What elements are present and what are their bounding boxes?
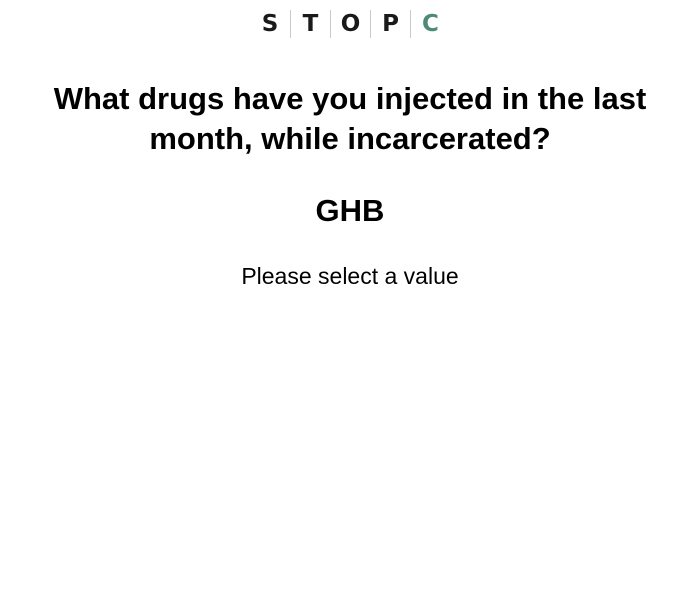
logo-letter-s: S bbox=[261, 11, 279, 37]
select-value-prompt: Please select a value bbox=[241, 263, 459, 289]
logo-letter-c: C bbox=[410, 10, 450, 38]
stopc-logo: S T O P C bbox=[0, 10, 700, 38]
logo-letter-o: O bbox=[330, 10, 370, 38]
drug-item-label: GHB bbox=[315, 193, 385, 228]
logo-letter-p: P bbox=[370, 10, 410, 38]
logo-letter-t: T bbox=[290, 10, 330, 38]
question-title: What drugs have you injected in the last… bbox=[53, 81, 647, 156]
